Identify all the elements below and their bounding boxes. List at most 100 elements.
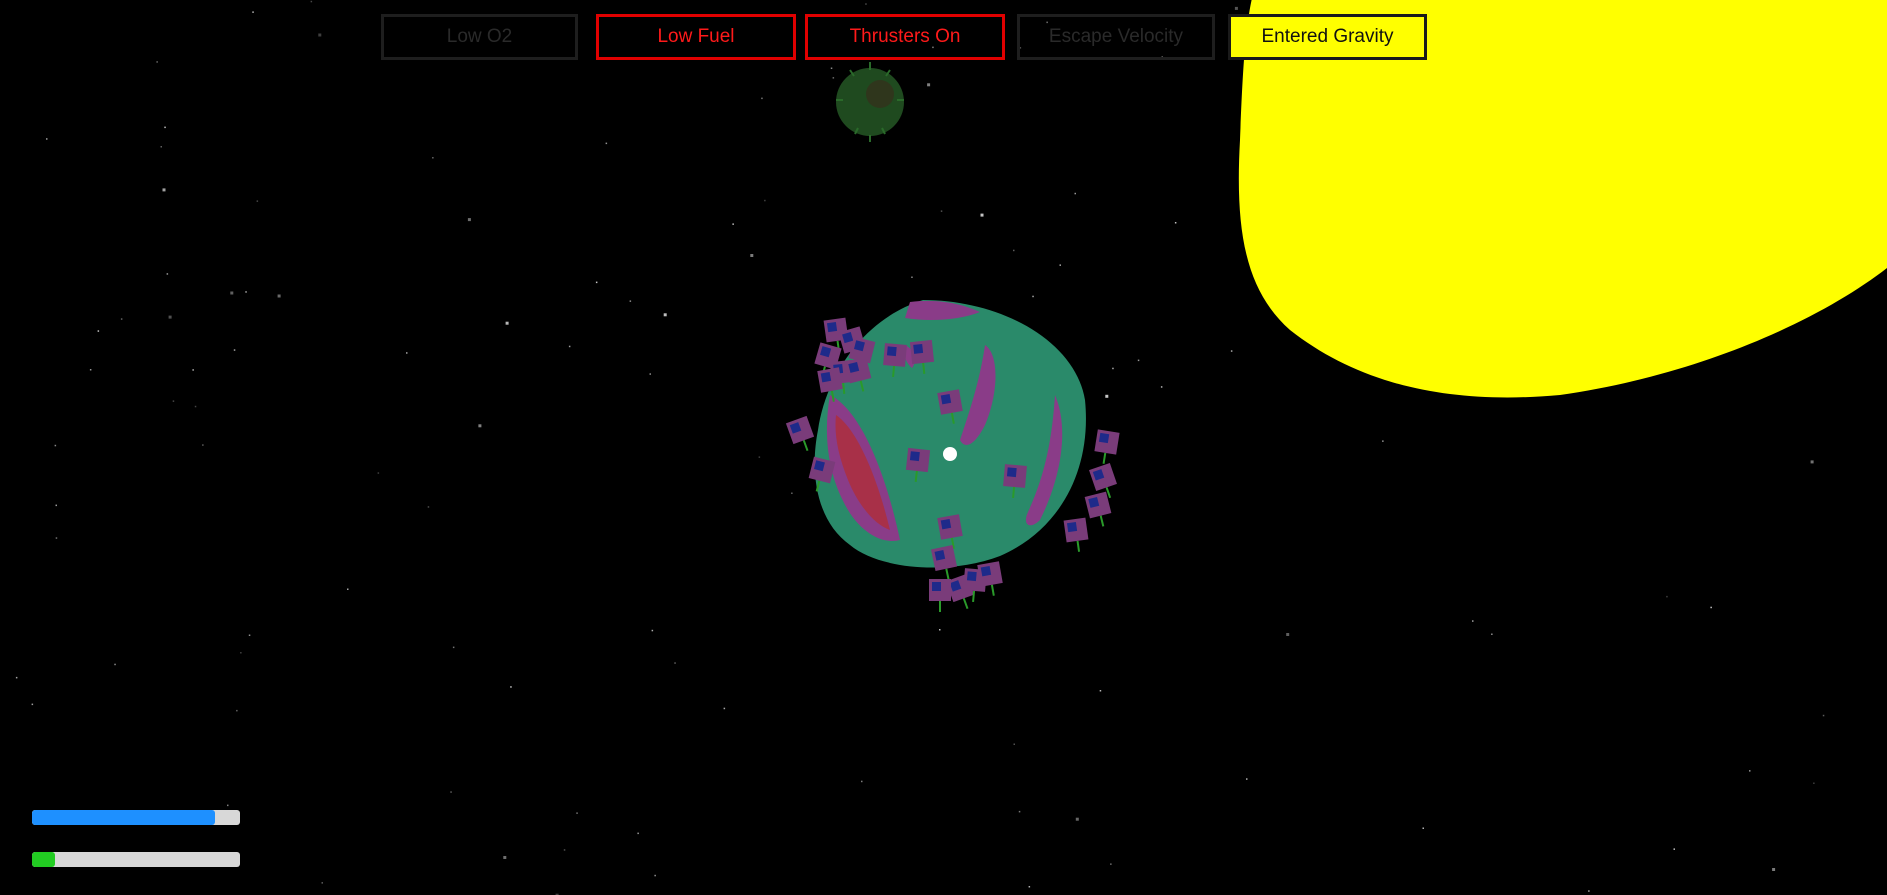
status-thrusters-on: Thrusters On: [805, 14, 1005, 60]
star: [595, 281, 598, 284]
star: [432, 157, 434, 159]
star: [55, 537, 58, 539]
star: [1028, 886, 1031, 888]
star: [791, 492, 793, 494]
star: [1013, 249, 1015, 252]
star: [510, 686, 512, 688]
star: [172, 400, 175, 402]
star: [31, 703, 34, 706]
star: [256, 200, 259, 202]
status-low-o2: Low O2: [381, 14, 578, 60]
star: [1018, 810, 1021, 813]
star: [245, 291, 247, 293]
star: [1013, 743, 1015, 745]
star: [663, 313, 667, 317]
star: [927, 83, 931, 87]
star: [1234, 6, 1238, 10]
star: [605, 142, 608, 145]
star: [452, 646, 455, 649]
star: [450, 791, 452, 793]
star: [1112, 367, 1114, 370]
star: [227, 804, 229, 807]
star: [651, 629, 654, 632]
fuel-bar: [32, 852, 240, 867]
star: [347, 588, 349, 590]
star: [252, 11, 254, 13]
star: [54, 444, 57, 447]
status-escape-velocity-label: Escape Velocity: [1048, 26, 1184, 47]
star: [1666, 595, 1668, 598]
star: [1673, 848, 1675, 850]
star: [377, 472, 380, 474]
star: [406, 352, 408, 354]
star: [162, 188, 166, 192]
star: [160, 146, 162, 148]
star: [1246, 778, 1248, 780]
star: [321, 882, 323, 884]
status-escape-velocity: Escape Velocity: [1017, 14, 1215, 60]
star: [1710, 606, 1712, 609]
star: [1074, 192, 1076, 195]
star: [1099, 690, 1102, 692]
star: [649, 373, 651, 375]
star: [1059, 264, 1061, 266]
star: [911, 276, 913, 278]
star: [629, 300, 632, 302]
star: [168, 315, 172, 319]
star: [1472, 620, 1474, 622]
star: [192, 369, 194, 371]
star: [277, 294, 281, 298]
star: [164, 126, 166, 129]
star: [248, 634, 251, 636]
star: [166, 273, 169, 275]
status-entered-gravity-label: Entered Gravity: [1261, 26, 1394, 47]
star: [1160, 386, 1163, 388]
star: [236, 709, 238, 712]
star: [310, 0, 313, 3]
crosshair: [943, 447, 957, 461]
star: [202, 444, 204, 446]
star: [1230, 350, 1233, 352]
star: [427, 506, 430, 508]
star: [674, 662, 676, 664]
star: [89, 369, 92, 371]
star: [1110, 863, 1112, 865]
star: [1772, 868, 1776, 871]
status-entered-gravity: Entered Gravity: [1228, 14, 1427, 60]
star: [939, 629, 941, 631]
star: [120, 318, 123, 320]
star: [1491, 633, 1493, 635]
star: [563, 849, 566, 851]
star: [732, 223, 734, 225]
star: [940, 210, 943, 212]
star: [830, 67, 833, 69]
star: [194, 405, 197, 408]
status-low-o2-label: Low O2: [446, 26, 513, 47]
star: [637, 832, 639, 835]
star: [568, 345, 571, 348]
star: [1032, 295, 1034, 298]
star: [723, 707, 726, 710]
star: [980, 213, 984, 217]
star: [1422, 827, 1424, 829]
star: [758, 456, 761, 458]
oxygen-bar: [32, 810, 240, 825]
star: [1174, 222, 1177, 224]
star: [1813, 782, 1815, 784]
star: [861, 780, 863, 783]
star: [750, 254, 754, 257]
star: [233, 349, 236, 351]
star: [865, 3, 867, 5]
star: [240, 652, 242, 654]
star: [1588, 890, 1590, 892]
star: [478, 424, 482, 428]
star: [318, 33, 322, 37]
star: [505, 321, 509, 325]
star: [55, 504, 57, 507]
star: [761, 97, 763, 100]
star: [1810, 460, 1814, 464]
fuel-bar-fill: [32, 852, 55, 867]
star: [1822, 714, 1825, 717]
star: [654, 874, 656, 877]
star: [832, 77, 835, 79]
